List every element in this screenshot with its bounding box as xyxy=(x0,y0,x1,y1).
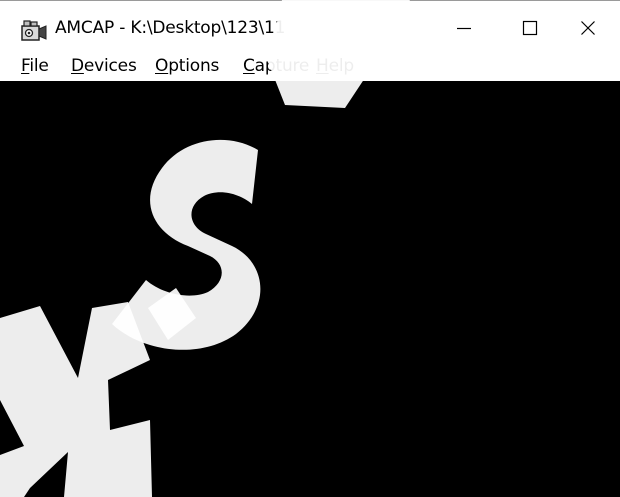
menu-devices[interactable]: Devices xyxy=(71,56,137,76)
video-preview-area[interactable] xyxy=(0,81,620,497)
menu-options[interactable]: Options xyxy=(155,56,219,76)
camera-icon xyxy=(21,20,47,41)
title-bar[interactable]: AMCAP - K:\Desktop\123\11 xyxy=(0,0,620,54)
menu-bar: File Devices Options Capture Help xyxy=(0,54,620,81)
menu-file[interactable]: File xyxy=(21,56,49,76)
close-button[interactable] xyxy=(556,2,620,54)
menu-capture[interactable]: Capture xyxy=(243,56,309,76)
close-icon xyxy=(581,21,595,35)
minimize-icon xyxy=(457,27,471,30)
minimize-button[interactable] xyxy=(432,2,496,54)
menu-help[interactable]: Help xyxy=(316,56,354,76)
maximize-icon xyxy=(522,20,538,36)
maximize-button[interactable] xyxy=(498,2,562,54)
window-title: AMCAP - K:\Desktop\123\11 xyxy=(55,18,286,38)
app-window: AMCAP - K:\Desktop\123\11 File Devices O… xyxy=(0,0,620,497)
